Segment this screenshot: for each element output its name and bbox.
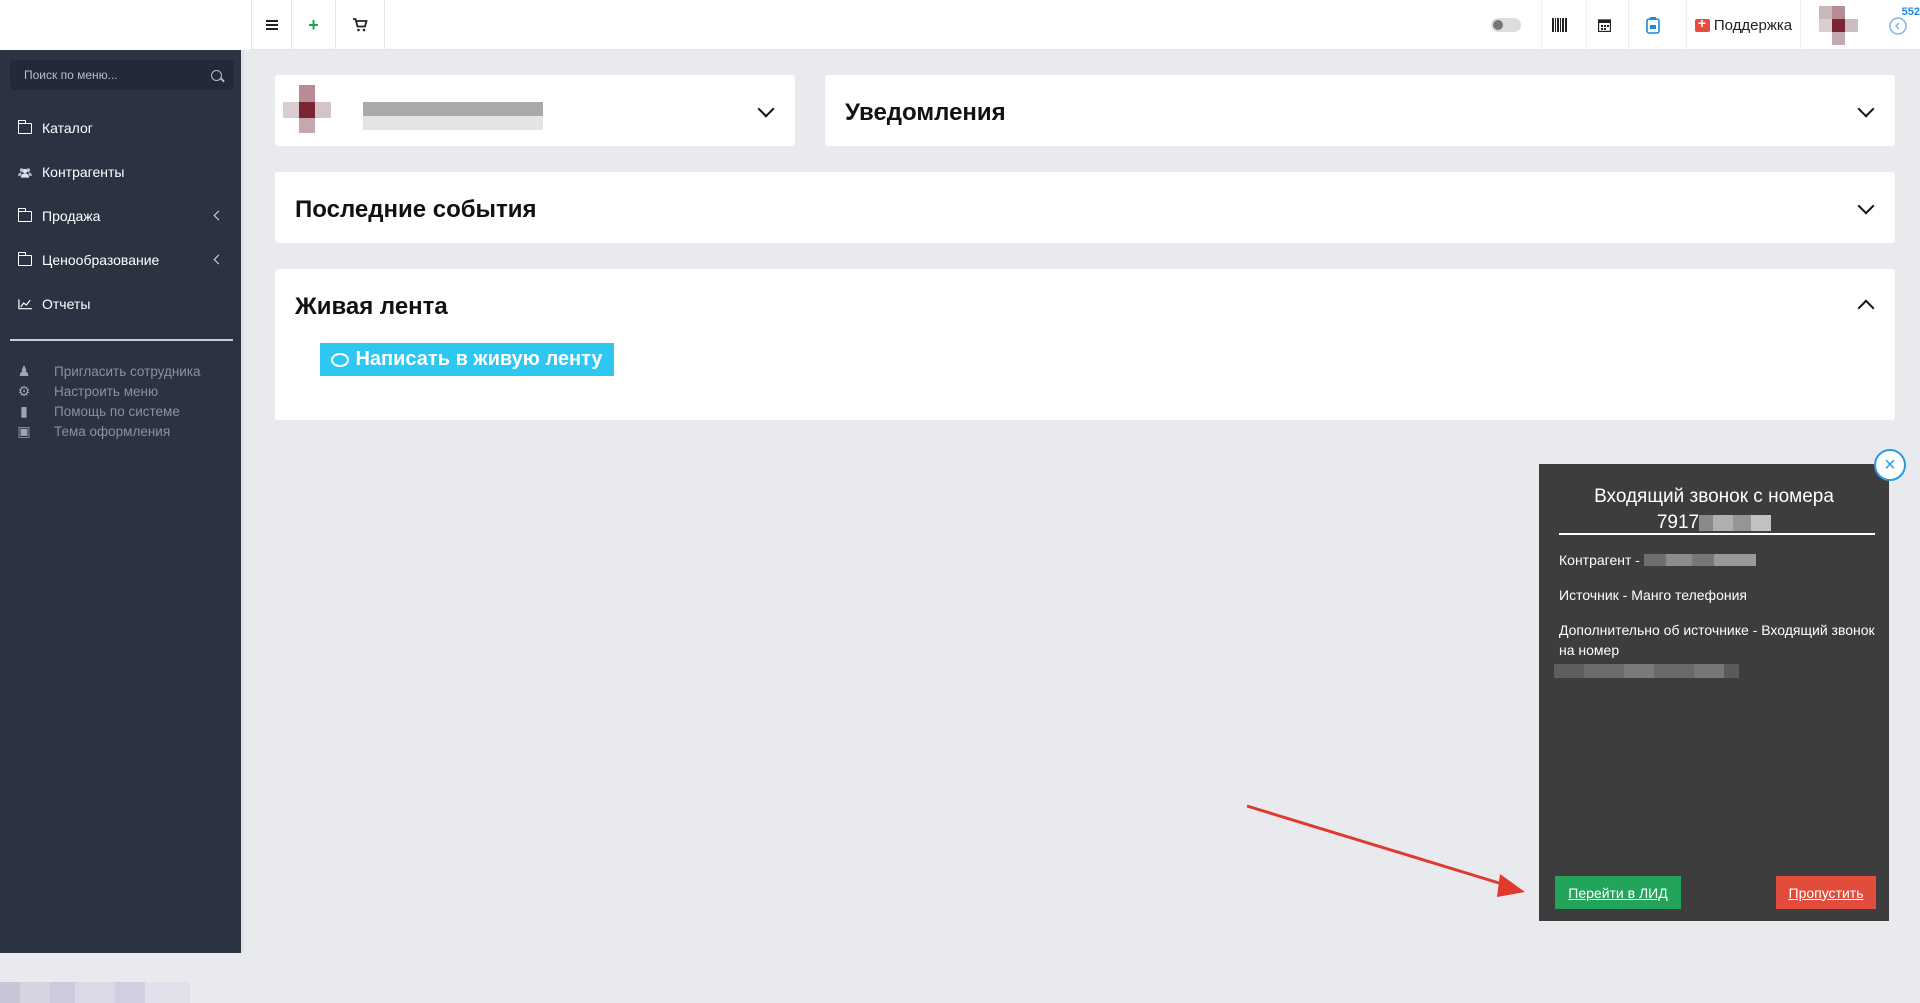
close-icon: ×	[1884, 453, 1896, 476]
counterparty-row: Контрагент -	[1559, 550, 1875, 570]
extra-item-label: Тема оформления	[54, 423, 171, 439]
sidebar-divider	[10, 339, 233, 341]
sidebar-nav: Каталог Контрагенты Продажа Ценообразова…	[0, 106, 244, 326]
popup-title-line: Входящий звонок с номера	[1594, 486, 1834, 507]
chevron-down-icon[interactable]	[1857, 197, 1875, 215]
mobile-app-icon	[1645, 16, 1660, 34]
called-number-blurred	[1554, 664, 1739, 678]
incoming-call-popup: Входящий звонок с номера 7917 Контрагент…	[1539, 464, 1889, 921]
search-icon[interactable]	[211, 69, 222, 81]
write-to-feed-label: Написать в живую ленту	[355, 348, 603, 370]
chevron-down-icon[interactable]	[1857, 100, 1875, 118]
popup-divider	[1559, 533, 1875, 535]
cart-icon	[353, 18, 368, 32]
user-plus-icon: ♟	[17, 362, 31, 379]
history-button[interactable]: 552	[1876, 0, 1920, 50]
live-feed-panel: Живая лента Написать в живую ленту	[275, 269, 1895, 420]
cart-button[interactable]	[335, 0, 385, 50]
notifications-panel: Уведомления	[825, 75, 1895, 146]
menu-search[interactable]	[10, 60, 234, 90]
add-button[interactable]: +	[291, 0, 335, 50]
menu-search-input[interactable]	[22, 67, 211, 83]
extra-item-label: Настроить меню	[54, 383, 159, 399]
logo-area	[0, 0, 250, 50]
source-extra-row: Дополнительно об источнике - Входящий зв…	[1559, 622, 1875, 658]
counterparty-label: Контрагент -	[1559, 552, 1640, 568]
sidebar-item-label: Отчеты	[42, 296, 91, 312]
sidebar-item-label: Каталог	[42, 120, 93, 136]
chevron-up-icon[interactable]	[1857, 299, 1875, 317]
close-popup-button[interactable]: ×	[1874, 449, 1906, 481]
gears-icon: ⚙	[17, 382, 31, 399]
folder-icon	[17, 207, 32, 222]
theme-toggle[interactable]	[1488, 0, 1524, 50]
top-bar: + Поддержка	[0, 0, 1920, 50]
barcode-button[interactable]	[1541, 0, 1577, 50]
book-icon: ▮	[20, 402, 28, 419]
panel-title: Уведомления	[845, 99, 1006, 126]
invite-employee-link[interactable]: ♟ Пригласить сотрудника	[0, 361, 244, 381]
blurred-footer	[0, 982, 190, 1003]
history-icon	[1889, 17, 1907, 35]
image-icon: ▣	[17, 422, 31, 439]
sidebar-item-label: Ценообразование	[42, 252, 160, 268]
sidebar-item-pricing[interactable]: Ценообразование	[0, 238, 244, 282]
company-panel	[275, 75, 795, 146]
sidebar: Каталог Контрагенты Продажа Ценообразова…	[0, 50, 244, 1003]
theme-link[interactable]: ▣ Тема оформления	[0, 421, 244, 441]
sidebar-item-catalog[interactable]: Каталог	[0, 106, 244, 150]
panel-title: Живая лента	[295, 293, 448, 320]
users-icon	[18, 167, 32, 178]
sidebar-item-counterparties[interactable]: Контрагенты	[0, 150, 244, 194]
folder-icon	[17, 119, 32, 134]
events-panel: Последние события	[275, 172, 1895, 243]
help-link[interactable]: ▮ Помощь по системе	[0, 401, 244, 421]
panel-title: Последние события	[295, 196, 537, 223]
sidebar-item-sales[interactable]: Продажа	[0, 194, 244, 238]
chevron-down-icon[interactable]	[757, 100, 775, 118]
phone-number-blurred	[1699, 515, 1772, 531]
sidebar-item-reports[interactable]: Отчеты	[0, 282, 244, 326]
sidebar-item-label: Контрагенты	[42, 164, 125, 180]
plus-icon: +	[308, 14, 319, 35]
chart-line-icon	[18, 298, 32, 309]
extra-item-label: Помощь по системе	[54, 403, 180, 419]
menu-toggle-button[interactable]	[251, 0, 291, 50]
calendar-icon	[1598, 19, 1611, 32]
extra-item-label: Пригласить сотрудника	[54, 363, 201, 379]
folder-icon	[17, 251, 32, 266]
support-link[interactable]: Поддержка	[1686, 0, 1800, 50]
comment-icon	[331, 352, 350, 367]
sidebar-item-label: Продажа	[42, 208, 101, 224]
calendar-button[interactable]	[1586, 0, 1622, 50]
sidebar-extra: ♟ Пригласить сотрудника ⚙ Настроить меню…	[0, 361, 244, 441]
avatar	[1818, 6, 1859, 45]
chevron-left-icon	[213, 254, 224, 265]
counterparty-link[interactable]	[1643, 554, 1756, 566]
go-to-lead-button[interactable]: Перейти в ЛИД	[1555, 876, 1681, 909]
hamburger-icon	[265, 18, 278, 32]
barcode-icon	[1552, 18, 1567, 32]
source-row: Источник - Манго телефония	[1559, 587, 1747, 603]
history-count-badge: 552	[1901, 6, 1920, 18]
toggle-switch-icon	[1491, 18, 1521, 32]
write-to-feed-button[interactable]: Написать в живую ленту	[320, 343, 614, 376]
chevron-left-icon	[213, 210, 224, 221]
app-button[interactable]	[1628, 0, 1676, 50]
medkit-icon	[1694, 15, 1710, 32]
popup-title: Входящий звонок с номера 7917	[1539, 484, 1889, 536]
skip-button[interactable]: Пропустить	[1776, 876, 1876, 909]
support-label: Поддержка	[1713, 16, 1793, 34]
configure-menu-link[interactable]: ⚙ Настроить меню	[0, 381, 244, 401]
user-avatar[interactable]	[1800, 0, 1876, 50]
